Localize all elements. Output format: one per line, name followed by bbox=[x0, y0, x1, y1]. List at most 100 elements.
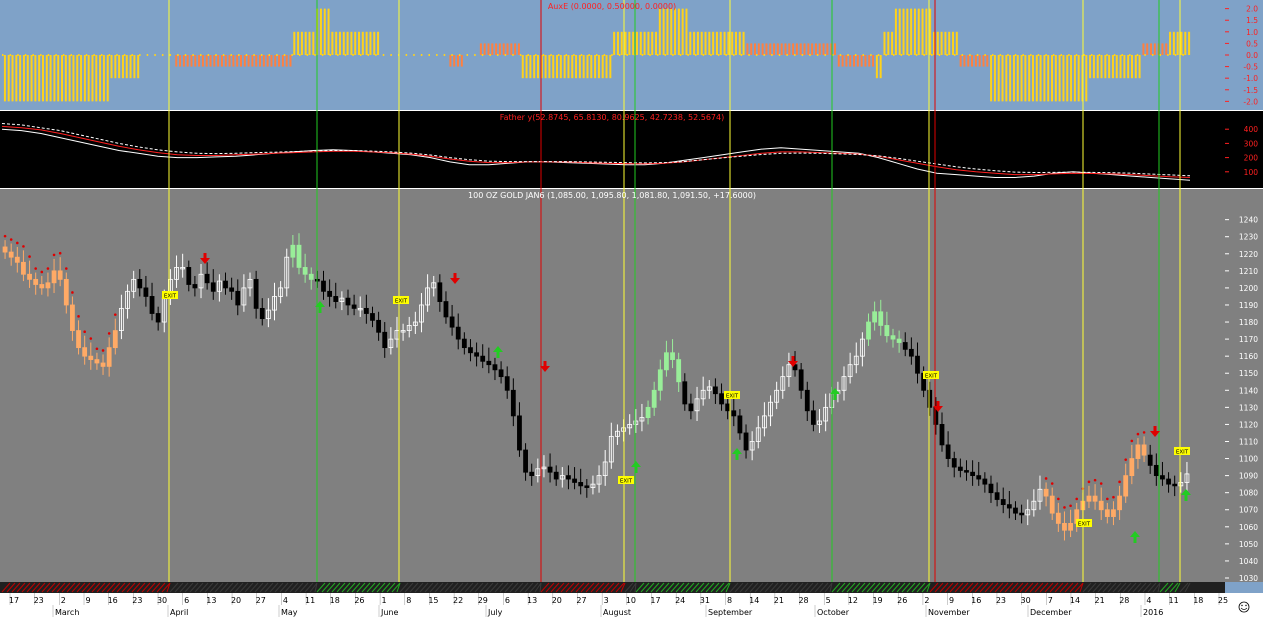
x-day-label: 16 bbox=[971, 596, 981, 605]
aux-bar bbox=[837, 55, 840, 67]
aux-zero-dot bbox=[154, 54, 156, 56]
aux-bar bbox=[601, 55, 604, 79]
price-tick-label: 1140 bbox=[1239, 386, 1258, 395]
trailing-stop-dot bbox=[34, 267, 37, 270]
aux-zero-dot bbox=[984, 54, 986, 56]
aux-bar bbox=[1130, 55, 1133, 79]
candle-body bbox=[657, 369, 663, 391]
x-day-label: 4 bbox=[1146, 596, 1151, 605]
aux-bar bbox=[841, 55, 844, 67]
aux-bar bbox=[15, 55, 18, 102]
trailing-stop-dot bbox=[16, 241, 19, 245]
aux-zero-dot bbox=[809, 54, 811, 56]
aux-zero-dot bbox=[565, 54, 568, 56]
aux-zero-dot bbox=[512, 54, 514, 56]
aux-zero-dot bbox=[1060, 54, 1063, 56]
aux-bar bbox=[358, 31, 361, 55]
aux-bar bbox=[133, 55, 136, 79]
aux-bar bbox=[826, 43, 829, 55]
candle-body bbox=[517, 415, 522, 451]
candle-body bbox=[578, 482, 584, 487]
aux-zero-dot bbox=[588, 54, 590, 56]
aux-bar bbox=[597, 55, 600, 79]
candle-body bbox=[1104, 509, 1110, 517]
aux-bar bbox=[327, 8, 330, 55]
exit-label: EXIT bbox=[395, 299, 408, 305]
x-month-label: August bbox=[603, 608, 631, 617]
aux-bar bbox=[1104, 55, 1107, 79]
x-day-label: 13 bbox=[527, 596, 537, 605]
candle-body bbox=[523, 449, 528, 473]
aux-bar bbox=[72, 55, 75, 102]
aux-bar bbox=[297, 31, 300, 55]
aux-bar bbox=[1054, 55, 1057, 102]
aux-zero-dot bbox=[2, 54, 4, 56]
candle-body bbox=[951, 458, 957, 468]
aux-zero-dot bbox=[1022, 54, 1024, 56]
candle-body bbox=[988, 483, 994, 494]
aux-zero-dot bbox=[139, 54, 141, 56]
aux-bar bbox=[708, 31, 711, 55]
candle-body bbox=[510, 389, 516, 417]
exit-label: EXIT bbox=[164, 294, 177, 300]
x-day-label: 1 bbox=[382, 596, 387, 605]
aux-tick-label: 0.0 bbox=[1246, 51, 1258, 60]
candle-body bbox=[333, 296, 339, 302]
aux-bar bbox=[182, 55, 185, 67]
aux-bar bbox=[845, 55, 848, 67]
aux-zero-dot bbox=[641, 54, 644, 56]
aux-bar bbox=[910, 8, 913, 55]
aux-bar bbox=[731, 31, 734, 55]
trailing-stop-dot bbox=[40, 270, 44, 274]
aux-bar bbox=[1062, 55, 1065, 102]
x-day-label: 28 bbox=[1119, 596, 1129, 605]
aux-zero-dot bbox=[915, 54, 918, 56]
candle-body bbox=[1172, 483, 1178, 487]
aux-bar bbox=[255, 55, 258, 67]
aux-bar bbox=[270, 55, 273, 67]
trailing-stop-dot bbox=[113, 313, 117, 316]
candle-body bbox=[63, 278, 69, 306]
aux-zero-dot bbox=[32, 54, 34, 56]
aux-zero-dot bbox=[443, 54, 446, 56]
aux-bar bbox=[460, 55, 463, 67]
aux-bar bbox=[750, 43, 753, 55]
aux-zero-dot bbox=[725, 54, 727, 56]
price-tick-label: 1180 bbox=[1239, 318, 1258, 327]
aux-bar bbox=[704, 31, 707, 55]
aux-bar bbox=[1073, 55, 1076, 102]
aux-bar bbox=[1184, 31, 1187, 55]
aux-zero-dot bbox=[1083, 54, 1085, 56]
aux-bar bbox=[224, 55, 227, 67]
aux-bar bbox=[186, 55, 189, 67]
green-up-arrow-icon bbox=[833, 394, 837, 400]
x-month-label: October bbox=[817, 608, 850, 617]
aux-bar bbox=[635, 31, 638, 55]
x-day-label: 9 bbox=[85, 596, 90, 605]
aux-bar bbox=[517, 43, 520, 55]
aux-zero-dot bbox=[695, 54, 697, 56]
aux-bar bbox=[807, 43, 810, 55]
x-month-label: June bbox=[380, 608, 399, 617]
aux-bar bbox=[872, 55, 875, 67]
aux-bar bbox=[1188, 31, 1191, 55]
candle-body bbox=[1147, 454, 1153, 466]
x-day-label: 16 bbox=[108, 596, 118, 605]
aux-zero-dot bbox=[177, 54, 179, 56]
candle-body bbox=[529, 471, 535, 477]
trailing-stop-dot bbox=[46, 267, 50, 270]
x-month-label: March bbox=[55, 608, 79, 617]
aux-zero-dot bbox=[527, 54, 529, 56]
aux-bar bbox=[586, 55, 589, 79]
aux-bar bbox=[217, 55, 220, 67]
candle-body bbox=[645, 406, 651, 418]
aux-zero-dot bbox=[702, 54, 705, 56]
x-day-label: 7 bbox=[1048, 596, 1053, 605]
aux-zero-dot bbox=[200, 54, 202, 56]
trailing-stop-dot bbox=[77, 315, 80, 318]
x-month-label: April bbox=[170, 608, 188, 617]
aux-bar bbox=[1016, 55, 1019, 102]
aux-bar bbox=[1119, 55, 1122, 79]
aux-bar bbox=[651, 31, 654, 55]
x-day-label: 27 bbox=[576, 596, 586, 605]
